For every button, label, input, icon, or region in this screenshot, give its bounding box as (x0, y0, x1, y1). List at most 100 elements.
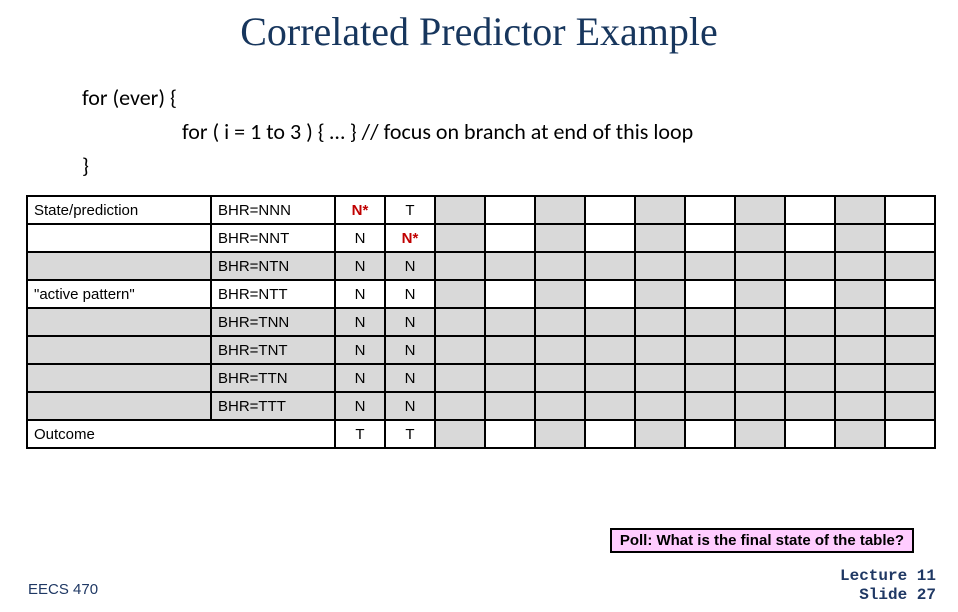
cell (685, 196, 735, 224)
cell (735, 420, 785, 448)
cell: N (385, 336, 435, 364)
cell: N (385, 308, 435, 336)
cell (535, 364, 585, 392)
cell (735, 252, 785, 280)
cell: N (385, 392, 435, 420)
cell: N (335, 224, 385, 252)
cell (485, 308, 535, 336)
row-label: "active pattern" (27, 280, 211, 308)
cell (435, 336, 485, 364)
cell (685, 308, 735, 336)
cell (735, 280, 785, 308)
cell (785, 252, 835, 280)
cell (535, 280, 585, 308)
cell (685, 336, 735, 364)
cell (535, 420, 585, 448)
cell (785, 308, 835, 336)
cell (585, 308, 635, 336)
table-row: BHR=TNN N N (27, 308, 935, 336)
code-line: } (82, 149, 958, 183)
cell: N (335, 308, 385, 336)
cell (835, 252, 885, 280)
cell (435, 224, 485, 252)
cell (835, 364, 885, 392)
row-label (27, 224, 211, 252)
table-row: Outcome T T (27, 420, 935, 448)
bhr-cell: BHR=NNT (211, 224, 335, 252)
cell (535, 252, 585, 280)
cell (585, 336, 635, 364)
cell (835, 308, 885, 336)
row-label: State/prediction (27, 196, 211, 224)
cell (585, 420, 635, 448)
cell: N (385, 364, 435, 392)
cell (585, 196, 635, 224)
row-label: Outcome (27, 420, 335, 448)
cell (735, 336, 785, 364)
bhr-cell: BHR=TNT (211, 336, 335, 364)
row-label (27, 308, 211, 336)
cell (685, 364, 735, 392)
cell (885, 280, 935, 308)
cell (485, 392, 535, 420)
cell (485, 420, 535, 448)
table-row: BHR=NTN N N (27, 252, 935, 280)
cell (835, 280, 885, 308)
cell (435, 308, 485, 336)
bhr-cell: BHR=NTT (211, 280, 335, 308)
cell (635, 392, 685, 420)
cell (785, 196, 835, 224)
cell (635, 336, 685, 364)
cell (685, 252, 735, 280)
cell (885, 224, 935, 252)
cell: N* (385, 224, 435, 252)
cell (635, 308, 685, 336)
cell (835, 420, 885, 448)
cell (785, 364, 835, 392)
cell (785, 336, 835, 364)
table-row: BHR=NNT N N* (27, 224, 935, 252)
cell (435, 420, 485, 448)
cell (435, 364, 485, 392)
cell (585, 252, 635, 280)
cell (785, 280, 835, 308)
cell: T (385, 196, 435, 224)
footer-course: EECS 470 (28, 581, 98, 598)
cell (835, 392, 885, 420)
predictor-table: State/prediction BHR=NNN N* T BHR=NNT N … (26, 195, 936, 449)
cell (735, 392, 785, 420)
cell: N (335, 252, 385, 280)
cell: N (335, 280, 385, 308)
cell: N (335, 364, 385, 392)
cell (685, 392, 735, 420)
cell: N (385, 280, 435, 308)
cell (635, 224, 685, 252)
cell (785, 224, 835, 252)
cell: T (335, 420, 385, 448)
cell (885, 196, 935, 224)
cell (785, 420, 835, 448)
cell (735, 196, 785, 224)
cell (635, 196, 685, 224)
row-label (27, 336, 211, 364)
code-line: for ( i = 1 to 3 ) { … } // focus on bra… (82, 115, 958, 149)
cell (885, 308, 935, 336)
cell (885, 364, 935, 392)
cell (535, 196, 585, 224)
cell (635, 364, 685, 392)
cell (835, 196, 885, 224)
cell (435, 280, 485, 308)
cell (885, 252, 935, 280)
cell (735, 364, 785, 392)
row-label (27, 364, 211, 392)
cell (585, 392, 635, 420)
cell (485, 280, 535, 308)
cell (535, 224, 585, 252)
footer-lecture: Lecture 11 Slide 27 (840, 567, 936, 604)
bhr-cell: BHR=NTN (211, 252, 335, 280)
cell (735, 308, 785, 336)
cell (435, 252, 485, 280)
cell (885, 420, 935, 448)
cell (535, 336, 585, 364)
cell: N* (335, 196, 385, 224)
